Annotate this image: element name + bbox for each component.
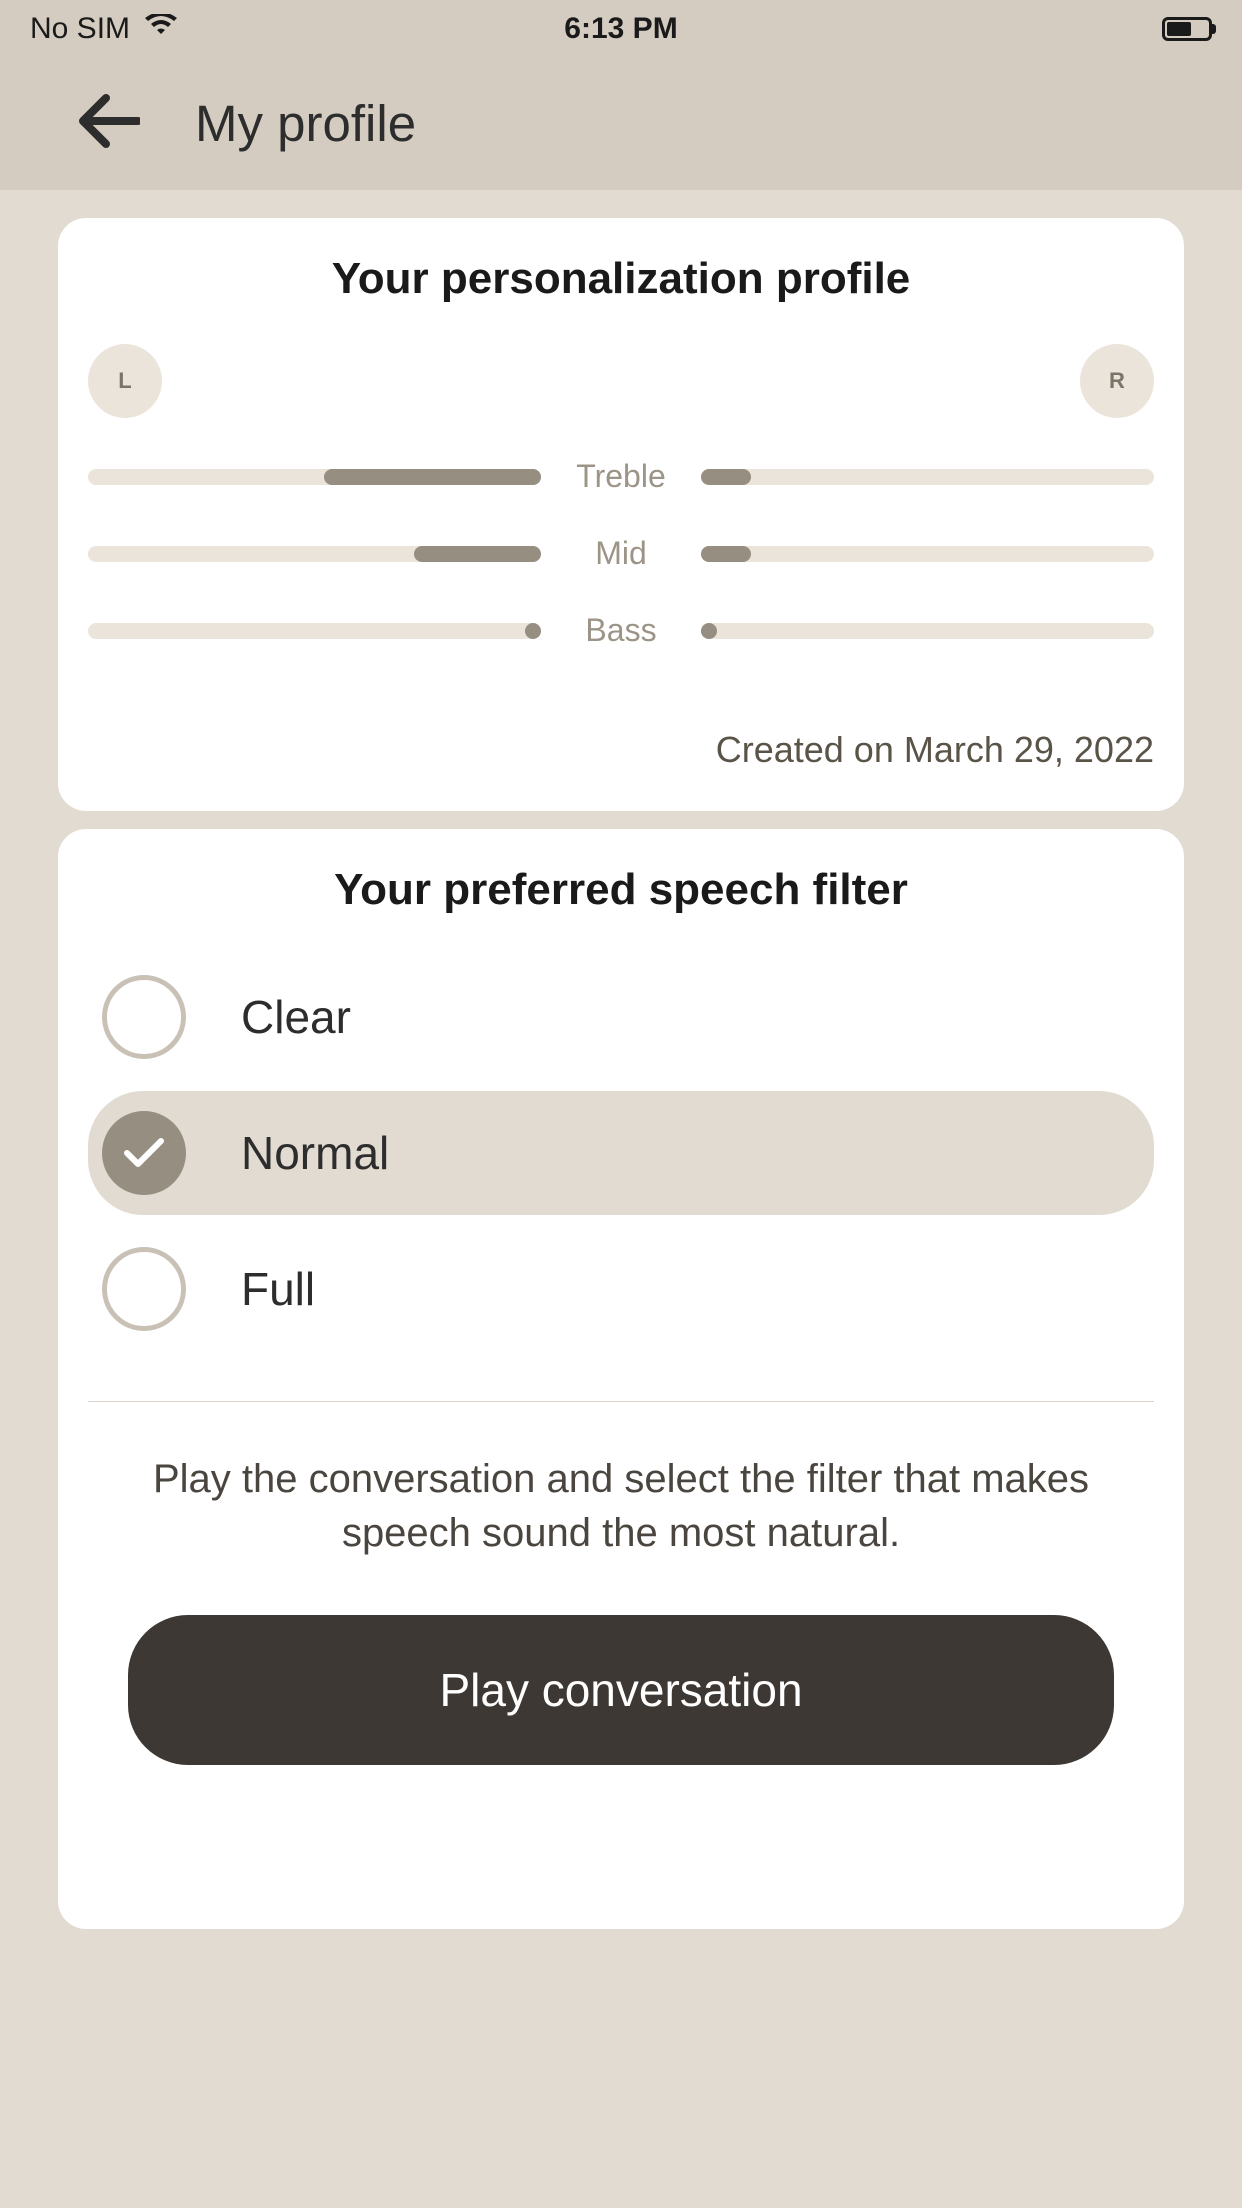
eq-label-treble: Treble — [576, 458, 666, 495]
left-ear-indicator: L — [88, 344, 162, 418]
eq-treble-row: Treble — [88, 458, 1154, 495]
content-area: Your personalization profile L R Treble — [0, 190, 1242, 1975]
filter-instruction: Play the conversation and select the fil… — [58, 1452, 1184, 1560]
speech-filter-card: Your preferred speech filter Clear Norma… — [58, 829, 1184, 1929]
wifi-icon — [145, 12, 177, 46]
battery-fill — [1167, 22, 1191, 36]
status-bar: No SIM 6:13 PM — [0, 0, 1242, 57]
check-icon — [122, 1136, 166, 1170]
filter-label-clear: Clear — [241, 990, 351, 1044]
status-left: No SIM — [30, 12, 177, 46]
eq-label-mid: Mid — [576, 535, 666, 572]
filter-label-normal: Normal — [241, 1126, 389, 1180]
filter-option-full[interactable]: Full — [88, 1227, 1154, 1351]
personalization-card: Your personalization profile L R Treble — [58, 218, 1184, 811]
radio-normal — [102, 1111, 186, 1195]
carrier-label: No SIM — [30, 12, 130, 46]
page-title: My profile — [195, 94, 416, 153]
filter-option-normal[interactable]: Normal — [88, 1091, 1154, 1215]
filter-option-clear[interactable]: Clear — [88, 955, 1154, 1079]
personalization-title: Your personalization profile — [58, 254, 1184, 304]
created-date: Created on March 29, 2022 — [58, 689, 1184, 771]
eq-mid-row: Mid — [88, 535, 1154, 572]
eq-left-mid — [88, 546, 541, 562]
eq-left-bass — [88, 623, 541, 639]
filter-label-full: Full — [241, 1262, 315, 1316]
nav-header: My profile — [0, 57, 1242, 190]
play-conversation-button[interactable]: Play conversation — [128, 1615, 1114, 1765]
eq-right-mid — [701, 546, 1154, 562]
radio-clear — [102, 975, 186, 1059]
radio-full — [102, 1247, 186, 1331]
status-time: 6:13 PM — [564, 12, 677, 46]
eq-left-treble — [88, 469, 541, 485]
eq-label-bass: Bass — [576, 612, 666, 649]
eq-right-treble — [701, 469, 1154, 485]
eq-bass-row: Bass — [88, 612, 1154, 649]
eq-right-bass — [701, 623, 1154, 639]
divider — [88, 1401, 1154, 1402]
right-ear-indicator: R — [1080, 344, 1154, 418]
speech-filter-title: Your preferred speech filter — [58, 865, 1184, 915]
battery-icon — [1162, 17, 1212, 41]
back-button[interactable] — [78, 94, 140, 153]
status-right — [1162, 17, 1212, 41]
